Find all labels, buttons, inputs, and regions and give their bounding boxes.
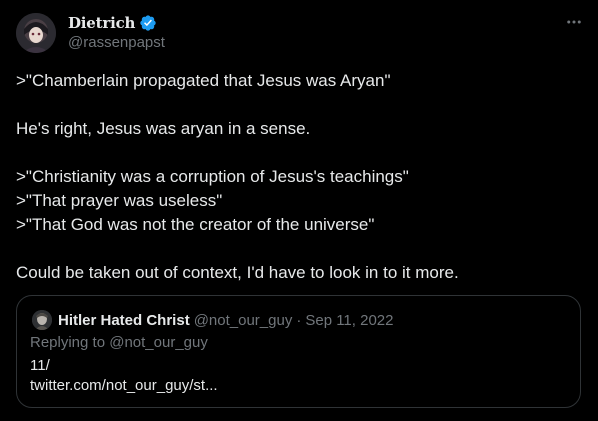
tweet-line: >"That God was not the creator of the un… (16, 215, 375, 234)
more-options-button[interactable] (564, 12, 584, 32)
quoted-author-name[interactable]: Hitler Hated Christ (58, 312, 190, 329)
quoted-date[interactable]: Sep 11, 2022 (305, 312, 393, 329)
tweet-body: >"Chamberlain propagated that Jesus was … (16, 69, 584, 285)
quoted-tweet-body: 11/ twitter.com/not_our_guy/st... (30, 356, 218, 396)
author-handle[interactable]: @rassenpapst (68, 34, 165, 51)
quoted-separator: · (296, 311, 302, 329)
tweet-line: He's right, Jesus was aryan in a sense. (16, 119, 311, 138)
tweet-line: >"Christianity was a corruption of Jesus… (16, 167, 409, 186)
portrait-avatar-icon (32, 310, 52, 330)
replying-to-label: Replying to (30, 334, 106, 351)
replying-to-mention[interactable]: @not_our_guy (109, 334, 208, 351)
more-horizontal-icon (567, 20, 581, 24)
quoted-tweet-header: Hitler Hated Christ @not_our_guy · Sep 1… (32, 310, 393, 330)
author-name-row: Dietrich (68, 13, 157, 33)
quoted-link[interactable]: twitter.com/not_our_guy/st... (30, 376, 218, 396)
author-avatar[interactable] (16, 13, 56, 53)
quoted-author-handle[interactable]: @not_our_guy (194, 312, 293, 329)
quoted-text: 11/ (30, 357, 50, 374)
tweet-line: >"That prayer was useless" (16, 191, 223, 210)
quoted-author-avatar[interactable] (32, 310, 52, 330)
replying-to-line: Replying to @not_our_guy (30, 334, 208, 351)
verified-badge-icon[interactable] (139, 14, 157, 32)
anime-avatar-icon (16, 13, 56, 53)
author-display-name[interactable]: Dietrich (68, 14, 135, 32)
quoted-tweet[interactable]: Hitler Hated Christ @not_our_guy · Sep 1… (16, 295, 581, 408)
tweet-line: Could be taken out of context, I'd have … (16, 263, 459, 282)
tweet-card: Dietrich @rassenpapst >"Chamberlain prop… (0, 0, 598, 421)
tweet-line: >"Chamberlain propagated that Jesus was … (16, 71, 391, 90)
